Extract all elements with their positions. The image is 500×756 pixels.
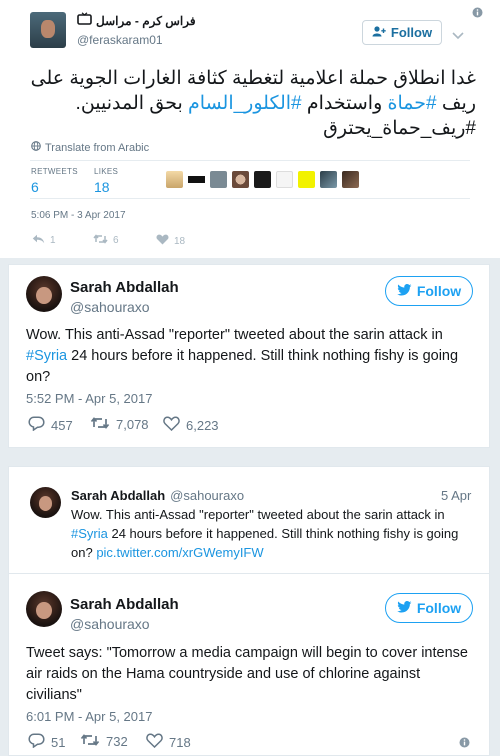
reply-icon bbox=[32, 234, 45, 247]
avatar[interactable] bbox=[30, 487, 61, 518]
display-name[interactable]: Sarah Abdallah bbox=[71, 488, 165, 503]
liker-avatars bbox=[166, 171, 366, 189]
globe-icon bbox=[31, 141, 41, 154]
hashtag-link[interactable]: #حماة bbox=[388, 93, 437, 114]
divider bbox=[30, 160, 470, 161]
display-name[interactable]: Sarah Abdallah bbox=[70, 596, 179, 613]
top-tweet: فراس كرم - مراسل @feraskaram01 Follow غد… bbox=[0, 0, 500, 258]
tweet-card: Sarah Abdallah @sahouraxo Follow Wow. Th… bbox=[8, 264, 490, 448]
tweet-text-line1: غدا انطلاق حملة اعلامية لتغطية كثافة الغ… bbox=[30, 68, 476, 89]
liker-avatar[interactable] bbox=[320, 171, 337, 188]
heart-icon bbox=[156, 234, 169, 248]
info-icon[interactable] bbox=[459, 735, 470, 753]
twitter-bird-icon bbox=[397, 600, 412, 616]
liker-avatar[interactable] bbox=[254, 171, 271, 188]
timestamp[interactable]: 5:06 PM - 3 Apr 2017 bbox=[31, 210, 126, 221]
like-action[interactable]: 18 bbox=[156, 234, 185, 248]
liker-avatar[interactable] bbox=[298, 171, 315, 188]
retweet-action[interactable]: 6 bbox=[93, 234, 119, 247]
liker-avatar[interactable] bbox=[210, 171, 227, 188]
handle[interactable]: @sahouraxo bbox=[170, 488, 244, 503]
info-icon[interactable] bbox=[472, 5, 483, 23]
like-action[interactable]: 718 bbox=[146, 733, 191, 751]
add-user-icon bbox=[372, 25, 386, 40]
reply-action[interactable]: 457 bbox=[28, 416, 73, 434]
media-link[interactable]: pic.twitter.com/xrGWemyIFW bbox=[96, 545, 263, 560]
retweet-action[interactable]: 732 bbox=[80, 733, 128, 750]
follow-button[interactable]: Follow bbox=[385, 276, 473, 306]
retweet-action[interactable]: 7,078 bbox=[90, 416, 149, 433]
tweet-text: Tweet says: "Tomorrow a media campaign w… bbox=[26, 645, 468, 703]
hashtag-link[interactable]: #Syria bbox=[26, 348, 67, 364]
handle[interactable]: @sahouraxo bbox=[70, 616, 150, 632]
chevron-down-icon[interactable] bbox=[452, 27, 464, 45]
tv-icon bbox=[77, 12, 92, 30]
divider bbox=[9, 573, 489, 574]
quoted-date[interactable]: 5 Apr bbox=[441, 488, 471, 503]
timestamp[interactable]: 5:52 PM - Apr 5, 2017 bbox=[26, 391, 152, 406]
reply-icon bbox=[28, 416, 45, 434]
retweets-stat[interactable]: RETWEETS 6 bbox=[31, 167, 78, 195]
heart-icon bbox=[146, 733, 163, 751]
follow-button[interactable]: Follow bbox=[362, 20, 442, 45]
handle[interactable]: @sahouraxo bbox=[70, 299, 150, 315]
quoted-tweet-card[interactable]: Sarah Abdallah @sahouraxo 5 Apr Wow. Thi… bbox=[8, 466, 490, 756]
avatar[interactable] bbox=[30, 12, 66, 48]
divider bbox=[30, 198, 470, 199]
twitter-bird-icon bbox=[397, 283, 412, 299]
avatar[interactable] bbox=[26, 591, 62, 627]
reply-icon bbox=[28, 733, 45, 751]
retweet-icon bbox=[80, 733, 100, 750]
display-name[interactable]: فراس كرم - مراسل bbox=[77, 12, 196, 30]
handle[interactable]: @feraskaram01 bbox=[77, 33, 163, 47]
avatar[interactable] bbox=[26, 276, 62, 312]
liker-avatar[interactable] bbox=[276, 171, 293, 188]
quoted-header: Sarah Abdallah @sahouraxo bbox=[71, 488, 244, 503]
liker-avatar[interactable] bbox=[342, 171, 359, 188]
likes-stat[interactable]: LIKES 18 bbox=[94, 167, 118, 195]
retweet-icon bbox=[90, 416, 110, 433]
liker-avatar[interactable] bbox=[166, 171, 183, 188]
timestamp[interactable]: 6:01 PM - Apr 5, 2017 bbox=[26, 709, 152, 724]
hashtag-link[interactable]: #Syria bbox=[71, 526, 108, 541]
tweet-text: Wow. This anti-Assad "reporter" tweeted … bbox=[26, 327, 459, 385]
liker-avatar[interactable] bbox=[232, 171, 249, 188]
translate-link[interactable]: Translate from Arabic bbox=[31, 141, 149, 154]
reply-action[interactable]: 1 bbox=[32, 234, 56, 247]
retweet-icon bbox=[93, 234, 108, 247]
like-action[interactable]: 6,223 bbox=[163, 416, 219, 434]
hashtag-link[interactable]: #ريف_حماة_يحترق bbox=[20, 116, 476, 141]
follow-button[interactable]: Follow bbox=[385, 593, 473, 623]
tweet-text-line2: ريف #حماة واستخدام #الكلور_السام بحق الم… bbox=[75, 93, 476, 114]
display-name[interactable]: Sarah Abdallah bbox=[70, 279, 179, 296]
hashtag-link[interactable]: #الكلور_السام bbox=[188, 93, 302, 114]
quoted-text: Wow. This anti-Assad "reporter" tweeted … bbox=[71, 507, 459, 560]
liker-avatar[interactable] bbox=[188, 171, 205, 188]
reply-action[interactable]: 51 bbox=[28, 733, 65, 751]
heart-icon bbox=[163, 416, 180, 434]
